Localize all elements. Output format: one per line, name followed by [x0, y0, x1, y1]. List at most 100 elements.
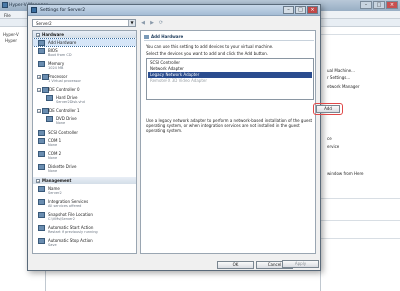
mgmt-item-snapshot-file-location[interactable]: Snapshot File Location C:\VMs\Server2: [33, 211, 136, 223]
hw-item-ide-controller-1[interactable]: − IDE Controller 1: [33, 107, 136, 115]
mgmt-item-name[interactable]: Name Server2: [33, 185, 136, 197]
hw-item-processor[interactable]: + Processor 1 Virtual processor: [33, 73, 136, 85]
add-hardware-icon: [38, 40, 45, 46]
device-item-remotefx-video-adapter: RemoteFX 3D Video Adapter: [150, 78, 207, 83]
expand-icon[interactable]: +: [37, 75, 41, 79]
hardware-section-header[interactable]: − Hardware: [33, 31, 136, 38]
hw-item-label: Add Hardware: [48, 40, 77, 45]
details-header-title: Add Hardware: [151, 34, 184, 39]
action-stop-service[interactable]: ce: [327, 136, 332, 141]
tree-item-hyper-v[interactable]: Hyper-V: [3, 32, 19, 37]
hw-item-detail: Boot from CD: [48, 53, 72, 57]
hw-item-bios[interactable]: BIOS Boot from CD: [33, 47, 136, 59]
hard-drive-icon: [46, 95, 53, 101]
device-listbox[interactable]: SCSI Controller Network Adapter Legacy N…: [146, 58, 314, 100]
navigation-toolbar: ◀ ▶ ⟳: [140, 19, 164, 27]
com-port-icon: [38, 138, 45, 144]
dialog-title: Settings for Server2: [40, 8, 86, 13]
add-button[interactable]: Add: [316, 105, 340, 113]
actions-divider: [321, 34, 400, 35]
back-arrow-icon[interactable]: ◀: [140, 20, 146, 26]
actions-pane: ual Machine... r Settings... etwork Mana…: [320, 28, 400, 291]
dialog-controls: – □ ×: [283, 6, 318, 14]
hw-item-label: IDE Controller 1: [48, 108, 80, 113]
device-select-instructions: Select the devices you want to add and c…: [146, 51, 269, 56]
com-port-icon: [38, 151, 45, 157]
details-note: Use a legacy network adapter to perform …: [146, 118, 313, 133]
mgmt-item-automatic-start-action[interactable]: Automatic Start Action Restart if previo…: [33, 224, 136, 236]
scsi-controller-icon: [38, 130, 45, 136]
hw-item-label: SCSI Controller: [48, 130, 78, 135]
background-window-controls: – □ ×: [360, 1, 398, 9]
actions-divider: [321, 198, 400, 199]
apply-button[interactable]: Apply: [282, 260, 319, 268]
mgmt-item-detail: C:\VMs\Server2: [48, 217, 75, 221]
settings-dialog: Settings for Server2 – □ × Server2 ▼ ◀ ▶…: [27, 4, 343, 271]
hw-item-detail: None: [48, 156, 58, 160]
integration-services-icon: [38, 199, 45, 205]
collapse-icon[interactable]: −: [37, 88, 41, 92]
maximize-icon[interactable]: □: [295, 6, 306, 14]
hw-item-dvd-drive[interactable]: DVD Drive None: [33, 115, 136, 127]
collapse-icon[interactable]: −: [36, 33, 40, 37]
tree-item-server[interactable]: Hyper: [5, 38, 17, 43]
hw-item-label: IDE Controller 0: [48, 87, 80, 92]
mgmt-item-detail: Restart if previously running: [48, 230, 98, 234]
add-hardware-icon: [144, 35, 149, 39]
refresh-icon[interactable]: ⟳: [158, 20, 164, 26]
actions-divider: [321, 238, 400, 239]
details-description: You can use this setting to add devices …: [146, 44, 274, 49]
start-action-icon: [38, 225, 45, 231]
dvd-drive-icon: [46, 116, 53, 122]
details-pane: Add Hardware You can use this setting to…: [140, 30, 343, 254]
collapse-icon[interactable]: −: [36, 179, 40, 183]
hw-item-detail: 1 Virtual processor: [48, 79, 81, 83]
hardware-section-title: Hardware: [42, 32, 64, 37]
chevron-down-icon[interactable]: ▼: [128, 20, 135, 26]
dialog-titlebar[interactable]: Settings for Server2 – □ ×: [28, 5, 320, 16]
mgmt-item-integration-services[interactable]: Integration Services All services offere…: [33, 198, 136, 210]
hw-item-diskette-drive[interactable]: Diskette Drive None: [33, 163, 136, 175]
name-icon: [38, 186, 45, 192]
mgmt-item-automatic-stop-action[interactable]: Automatic Stop Action Save: [33, 237, 136, 249]
snapshot-folder-icon: [38, 212, 45, 218]
details-header: Add Hardware: [144, 34, 183, 39]
maximize-icon[interactable]: □: [373, 1, 385, 9]
hw-item-com-1[interactable]: COM 1 None: [33, 137, 136, 149]
hw-item-scsi-controller[interactable]: SCSI Controller: [33, 129, 136, 137]
action-new-virtual-machine[interactable]: ual Machine...: [327, 68, 355, 73]
close-icon[interactable]: ×: [386, 1, 398, 9]
hw-item-detail: None: [56, 121, 66, 125]
server-select[interactable]: Server2 ▼: [32, 19, 136, 27]
stop-action-icon: [38, 238, 45, 244]
hw-item-detail: None: [48, 169, 58, 173]
memory-icon: [38, 61, 45, 67]
hw-item-com-2[interactable]: COM 2 None: [33, 150, 136, 162]
menu-file[interactable]: File: [4, 13, 11, 18]
hw-item-detail: 1024 MB: [48, 66, 64, 70]
hw-item-detail: None: [48, 143, 58, 147]
mgmt-item-detail: Server2: [48, 191, 62, 195]
details-divider: [144, 40, 314, 41]
minimize-icon[interactable]: –: [283, 6, 294, 14]
hw-item-add-hardware[interactable]: Add Hardware: [33, 38, 136, 47]
mgmt-item-detail: All services offered: [48, 204, 82, 208]
close-icon[interactable]: ×: [307, 6, 318, 14]
ok-button[interactable]: OK: [217, 261, 254, 269]
hw-item-detail: Server2Disk.vhd: [56, 100, 85, 104]
minimize-icon[interactable]: –: [360, 1, 372, 9]
hw-item-hard-drive[interactable]: Hard Drive Server2Disk.vhd: [33, 94, 136, 106]
hw-item-ide-controller-0[interactable]: − IDE Controller 0: [33, 86, 136, 94]
hw-item-memory[interactable]: Memory 1024 MB: [33, 60, 136, 72]
management-section-header[interactable]: − Management: [33, 177, 136, 184]
collapse-icon[interactable]: −: [37, 109, 41, 113]
action-remove-service[interactable]: ervice: [327, 144, 339, 149]
action-hyper-v-settings[interactable]: r Settings...: [327, 75, 350, 80]
action-new-window[interactable]: window from Here: [327, 171, 364, 176]
action-virtual-network-manager[interactable]: etwork Manager: [327, 84, 360, 89]
forward-arrow-icon[interactable]: ▶: [149, 20, 155, 26]
hyper-v-app-icon: [2, 2, 8, 8]
management-section-title: Management: [42, 178, 72, 183]
settings-icon: [31, 7, 37, 13]
hardware-list-pane: − Hardware Add Hardware BIOS Boot from CD…: [32, 30, 137, 254]
